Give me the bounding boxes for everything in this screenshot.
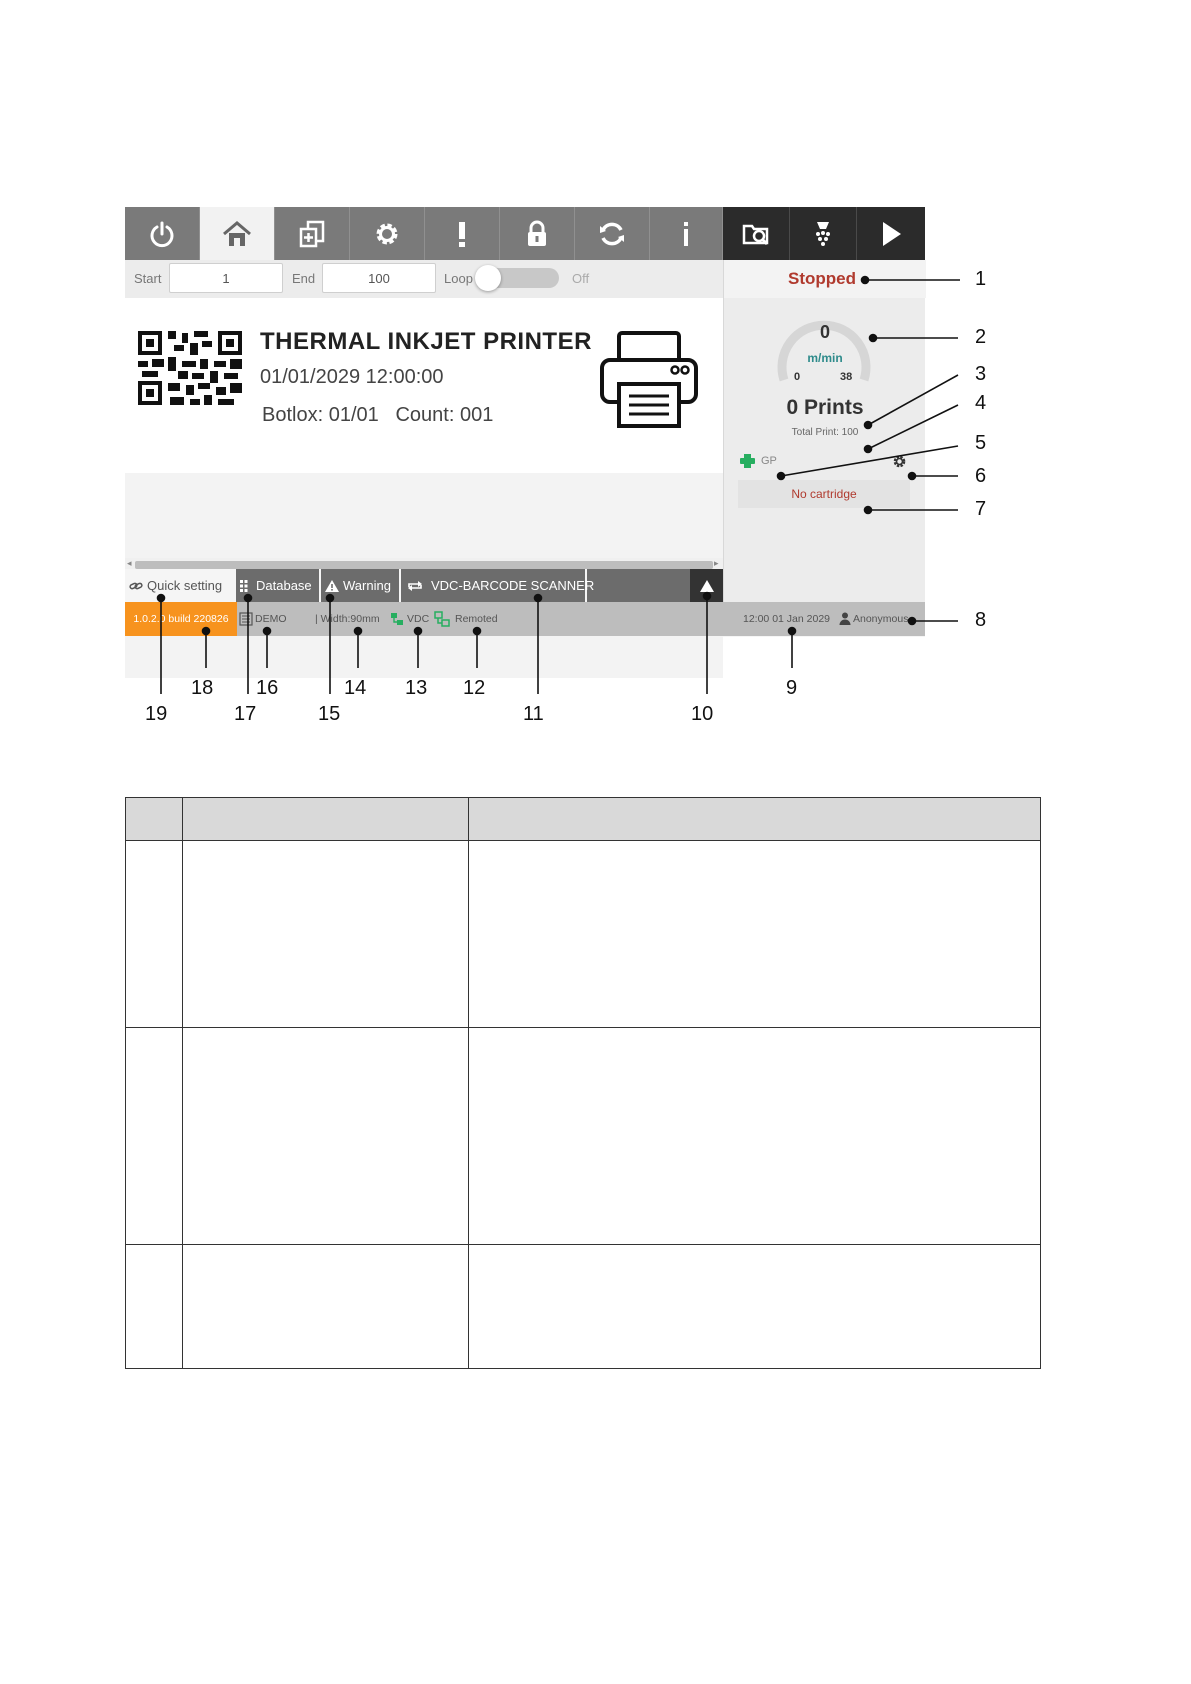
callout-15: 15	[318, 703, 341, 725]
table-cell	[125, 840, 183, 1028]
callout-16: 16	[256, 677, 279, 699]
table-cell	[125, 1027, 183, 1245]
callout-4: 4	[975, 392, 987, 414]
callout-18: 18	[191, 677, 214, 699]
callout-19: 19	[145, 703, 168, 725]
callout-5: 5	[975, 432, 987, 454]
callout-12: 12	[463, 677, 486, 699]
callout-9: 9	[786, 677, 798, 699]
callout-7: 7	[975, 498, 987, 520]
table-cell	[125, 1244, 183, 1369]
table-cell	[181, 840, 469, 1028]
table-cell	[467, 840, 1042, 1028]
callout-13: 13	[405, 677, 428, 699]
table-header-cell	[467, 797, 1042, 841]
table-header-cell	[181, 797, 469, 841]
callout-1: 1	[975, 268, 987, 290]
callout-2: 2	[975, 326, 987, 348]
callout-3: 3	[975, 363, 987, 385]
table-header-row	[125, 797, 1042, 841]
callout-17: 17	[234, 703, 257, 725]
table-cell	[181, 1027, 469, 1245]
callout-14: 14	[344, 677, 367, 699]
callout-11: 11	[523, 703, 544, 725]
callout-leader-lines	[156, 275, 960, 694]
callout-10: 10	[691, 703, 714, 725]
callout-description-table	[125, 797, 1042, 1369]
callout-6: 6	[975, 465, 987, 487]
table-header-cell	[125, 797, 183, 841]
table-cell	[467, 1027, 1042, 1245]
table-cell	[467, 1244, 1042, 1369]
table-row	[125, 1244, 1042, 1369]
table-row	[125, 1027, 1042, 1245]
table-cell	[181, 1244, 469, 1369]
table-row	[125, 840, 1042, 1028]
callout-8: 8	[975, 609, 987, 631]
